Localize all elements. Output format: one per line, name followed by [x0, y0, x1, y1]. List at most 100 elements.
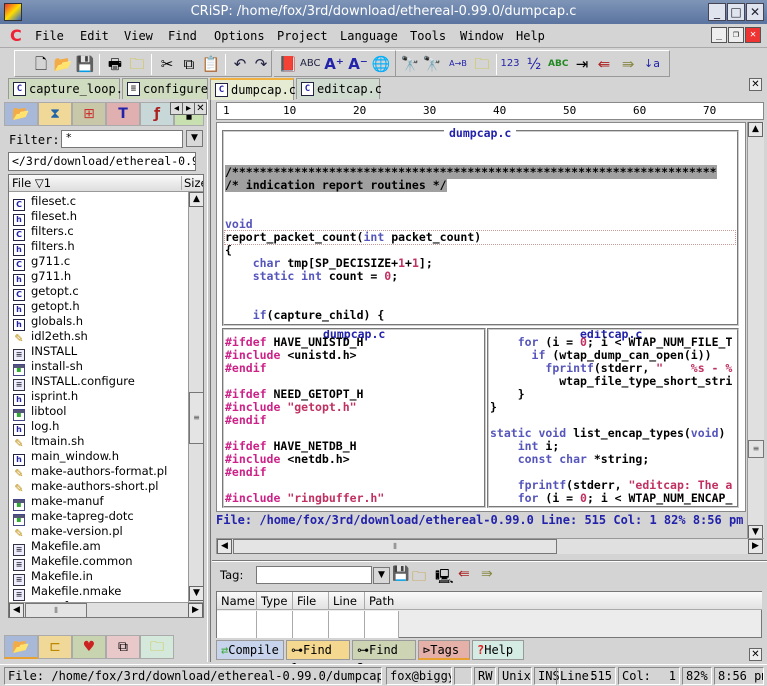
- tag-back-icon[interactable]: ⇚: [594, 54, 614, 74]
- open-folder-icon[interactable]: 🗀: [140, 635, 174, 659]
- editor-hscrollbar[interactable]: ◀ ⦀ ▶: [216, 538, 764, 554]
- font-increase-icon[interactable]: A⁺: [324, 54, 344, 74]
- undo-icon[interactable]: ↶: [230, 54, 250, 74]
- menu-help[interactable]: Help: [516, 29, 545, 43]
- find-next-icon[interactable]: 🔭: [422, 54, 442, 74]
- scroll-up-icon[interactable]: ▲: [748, 122, 763, 137]
- close-bottom-panel-icon[interactable]: ✕: [749, 648, 762, 661]
- menu-window[interactable]: Window: [460, 29, 503, 43]
- file-list-item[interactable]: Cgetopt.c: [13, 284, 79, 301]
- file-list-vscrollbar[interactable]: ▲ ≡ ▼: [188, 192, 203, 602]
- redo-icon[interactable]: ↷: [251, 54, 271, 74]
- file-list-item[interactable]: ▪ install-sh: [13, 359, 83, 376]
- mdi-close-button[interactable]: ✕: [745, 27, 761, 43]
- file-list-item[interactable]: ✎ idl2eth.sh: [13, 329, 88, 345]
- folder-tab-icon[interactable]: 📂: [4, 102, 38, 126]
- file-list-item[interactable]: ✎ ltmain.sh: [13, 434, 84, 450]
- scroll-up-icon[interactable]: ▲: [189, 192, 203, 207]
- file-list-item[interactable]: h globals.h: [13, 314, 83, 331]
- menu-tools[interactable]: Tools: [410, 29, 446, 43]
- menu-find[interactable]: Find: [168, 29, 197, 43]
- file-list-item[interactable]: h filters.h: [13, 239, 75, 256]
- tab-compile[interactable]: ⇄Compile: [216, 640, 284, 660]
- scroll-thumb[interactable]: ≡: [189, 392, 203, 444]
- column-name[interactable]: Name: [217, 592, 257, 610]
- tag-input[interactable]: [256, 566, 372, 584]
- column-file[interactable]: File: [293, 592, 329, 610]
- status-eol[interactable]: Unix: [498, 667, 532, 685]
- filter-input[interactable]: *: [61, 130, 183, 148]
- tab-dumpcap[interactable]: C dumpcap.c: [210, 78, 296, 100]
- mdi-restore-button[interactable]: ❐: [728, 27, 744, 43]
- hscroll-thumb[interactable]: ⦀: [233, 539, 557, 554]
- tag-forward-icon[interactable]: ⇛: [481, 566, 493, 582]
- tab-find-1[interactable]: ⊶Find 1: [286, 640, 350, 675]
- file-list-item[interactable]: Cfileset.c: [13, 194, 76, 211]
- column-line[interactable]: Line: [329, 592, 365, 610]
- scroll-down-icon[interactable]: ▼: [189, 586, 203, 601]
- file-list-item[interactable]: ✎ make-authors-format.pl: [13, 464, 167, 480]
- menu-options[interactable]: Options: [214, 29, 265, 43]
- file-list-item[interactable]: ≡ Makefile.common: [13, 554, 133, 571]
- file-list-item[interactable]: ≡ INSTALL: [13, 344, 77, 361]
- find-in-files-icon[interactable]: 🗀: [472, 54, 492, 74]
- spell-check-icon[interactable]: ABC: [300, 54, 321, 74]
- save-icon[interactable]: 💾: [392, 566, 409, 582]
- print-icon[interactable]: 🖶: [105, 54, 125, 74]
- panel-splitter[interactable]: [207, 100, 211, 662]
- file-list-item[interactable]: h log.h: [13, 419, 59, 436]
- file-list-item[interactable]: ≡ Makefile.in: [13, 569, 93, 586]
- mdi-minimize-button[interactable]: _: [711, 27, 727, 43]
- tree-view-icon[interactable]: ⊏: [38, 635, 72, 659]
- file-list-item[interactable]: Cfilters.c: [13, 224, 74, 241]
- menu-project[interactable]: Project: [277, 29, 328, 43]
- tag-back-icon[interactable]: ⇚: [458, 566, 470, 582]
- status-mode[interactable]: RW: [474, 667, 496, 685]
- folder-view-icon[interactable]: 📂: [4, 635, 38, 659]
- menu-edit[interactable]: Edit: [80, 29, 109, 43]
- filter-dropdown-icon[interactable]: ▼: [186, 130, 203, 147]
- book-icon[interactable]: 📕: [278, 54, 298, 74]
- scroll-thumb[interactable]: ≡: [748, 440, 764, 458]
- save-icon[interactable]: 💾: [75, 54, 95, 74]
- horizontal-splitter[interactable]: [212, 560, 767, 562]
- class-browser-tab-icon[interactable]: ⧗: [38, 102, 72, 126]
- hscroll-thumb[interactable]: ⦀: [25, 603, 87, 617]
- find-replace-icon[interactable]: A→B: [448, 54, 468, 74]
- file-list-item[interactable]: ▪ make-tapreg-dotc: [13, 509, 134, 526]
- file-list-item[interactable]: ▪ make-manuf: [13, 494, 104, 511]
- menu-file[interactable]: File: [35, 29, 64, 43]
- tab-configure[interactable]: ≡ configure: [122, 78, 208, 99]
- scroll-right-icon[interactable]: ▶: [748, 539, 763, 554]
- tab-tags[interactable]: ⊳Tags: [418, 640, 470, 660]
- tab-find-2[interactable]: ⊶Find 2: [352, 640, 416, 675]
- copy-icon[interactable]: ⧉: [179, 54, 199, 74]
- file-list-hscrollbar[interactable]: ◀ ⦀ ▶: [9, 602, 203, 617]
- file-list-item[interactable]: ✎ make-version.pl: [13, 524, 123, 540]
- path-input[interactable]: </3rd/download/ethereal-0.99.0: [8, 152, 196, 171]
- editor-vscrollbar[interactable]: ▲ ≡ ▼: [747, 122, 764, 542]
- scroll-right-icon[interactable]: ▶: [188, 603, 203, 617]
- favorites-icon[interactable]: ♥: [72, 635, 106, 659]
- cut-icon[interactable]: ✂: [157, 54, 177, 74]
- column-type[interactable]: Type: [257, 592, 293, 610]
- globe-icon[interactable]: 🌐: [371, 54, 391, 74]
- file-list-item[interactable]: ≡ Makefile.am: [13, 539, 101, 556]
- font-decrease-icon[interactable]: A⁻: [348, 54, 368, 74]
- find-icon[interactable]: 🔭: [400, 54, 420, 74]
- new-file-icon[interactable]: 🗋: [31, 54, 51, 74]
- scroll-left-icon[interactable]: ◀: [217, 539, 232, 554]
- close-tab-icon[interactable]: ✕: [749, 78, 762, 91]
- copy-files-icon[interactable]: ⧉: [106, 635, 140, 659]
- tab-help[interactable]: ?Help: [472, 640, 524, 660]
- file-list-item[interactable]: h main_window.h: [13, 449, 119, 466]
- close-button[interactable]: ✕: [746, 3, 764, 21]
- column-path[interactable]: Path: [365, 592, 762, 610]
- tab-capture-loop[interactable]: C capture_loop.c: [8, 78, 130, 99]
- minimize-button[interactable]: _: [708, 3, 726, 21]
- file-list-item[interactable]: h fileset.h: [13, 209, 77, 226]
- scroll-left-icon[interactable]: ◀: [9, 603, 24, 617]
- open-project-icon[interactable]: 🗀: [127, 54, 147, 74]
- folder-icon[interactable]: 🗀: [412, 566, 426, 590]
- line-numbers-icon[interactable]: 123: [500, 54, 520, 74]
